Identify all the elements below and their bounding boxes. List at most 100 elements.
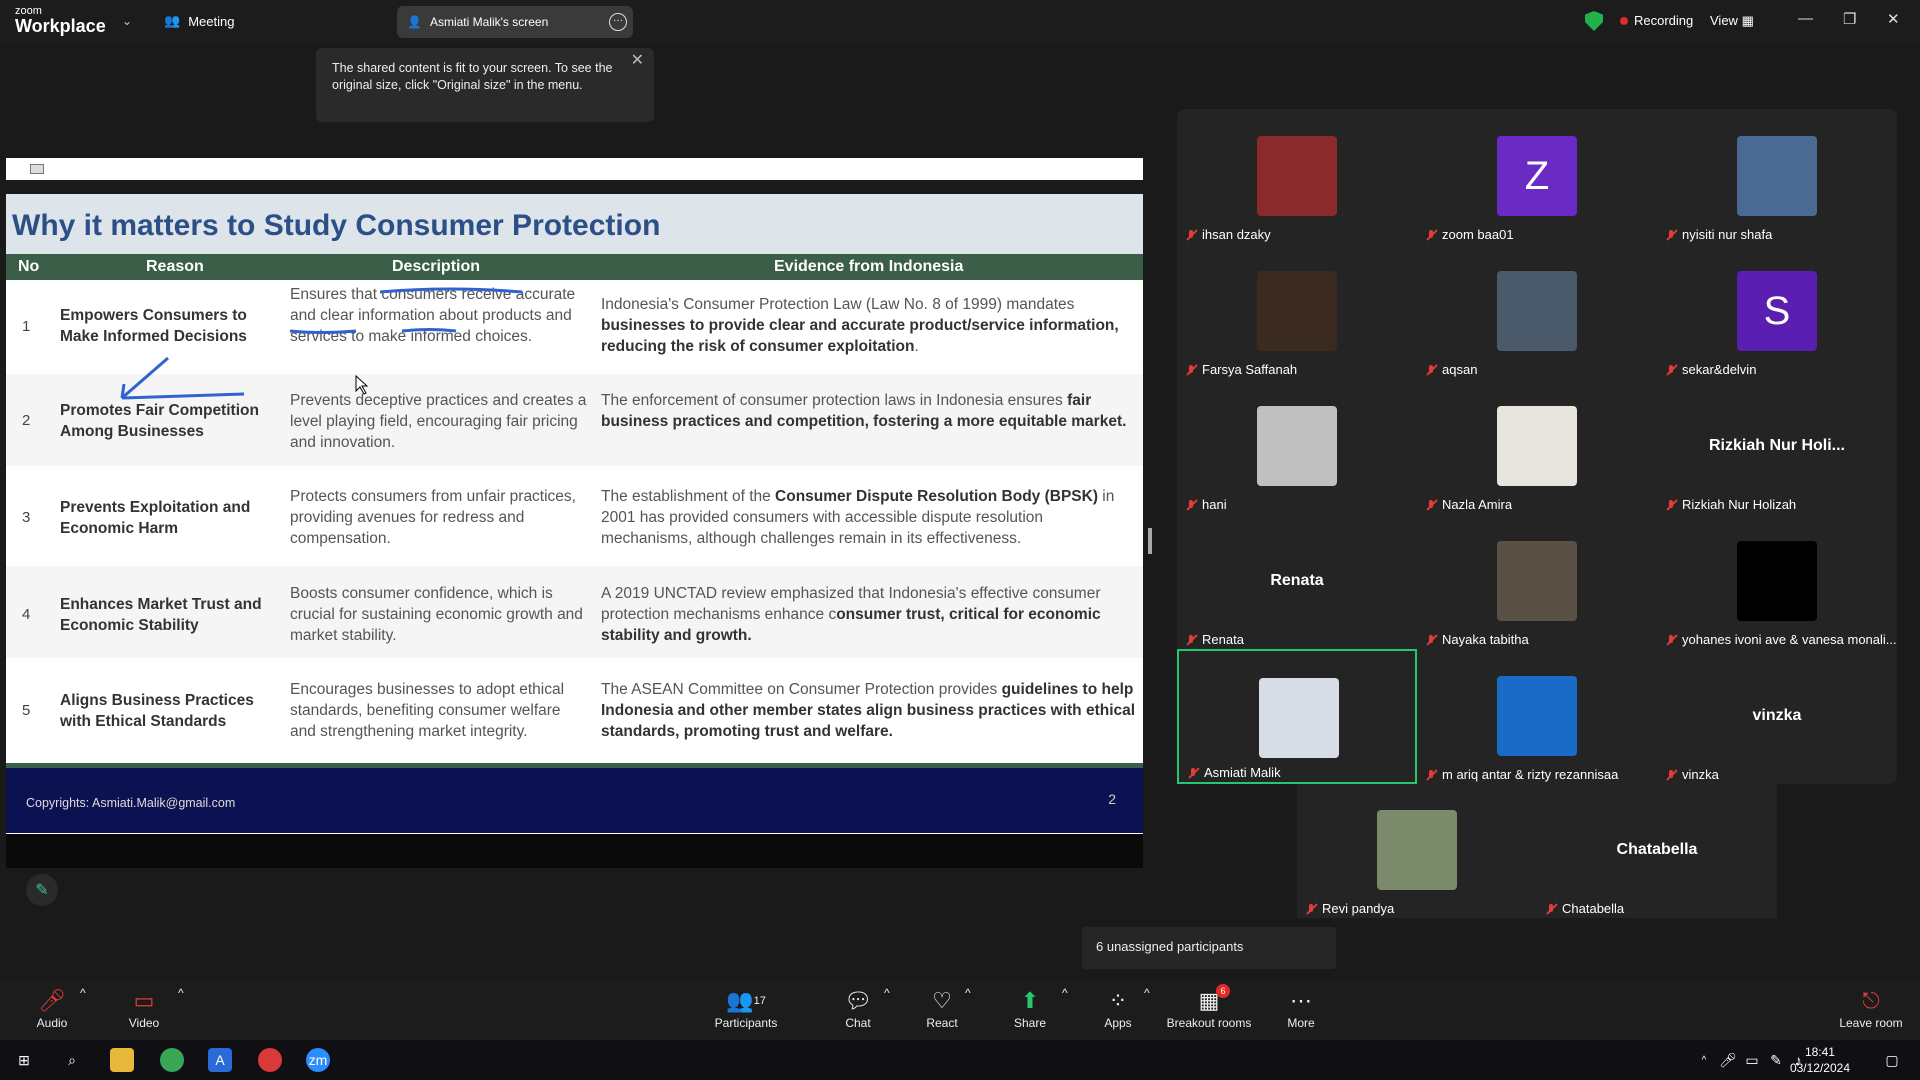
- leave-room-button[interactable]: ⎋ Leave room: [1838, 986, 1904, 1030]
- share-button[interactable]: ⬆ Share: [1012, 986, 1048, 1030]
- row-description: Encourages businesses to adopt ethical s…: [290, 681, 565, 740]
- participant-name-label: aqsan: [1425, 362, 1477, 377]
- react-options-caret-icon[interactable]: ^: [965, 986, 971, 1000]
- table-row: 2 Promotes Fair Competition Among Busine…: [6, 374, 1143, 466]
- participant-tile[interactable]: Chatabella Chatabella: [1537, 783, 1777, 918]
- participant-tile[interactable]: Rizkiah Nur Holi... Rizkiah Nur Holizah: [1657, 379, 1897, 514]
- audio-options-caret-icon[interactable]: ^: [80, 986, 86, 1000]
- chrome-icon[interactable]: [160, 1048, 184, 1072]
- participant-display-name: Rizkiah Nur Holi...: [1708, 437, 1845, 454]
- muted-mic-icon: [1425, 364, 1437, 376]
- muted-mic-icon: [1305, 903, 1317, 915]
- video-options-caret-icon[interactable]: ^: [178, 986, 184, 1000]
- muted-mic-icon: [1665, 364, 1677, 376]
- participant-name: vinzka: [1682, 767, 1719, 782]
- muted-mic-icon: [1665, 769, 1677, 781]
- zoom-app-icon[interactable]: zm: [306, 1048, 330, 1072]
- slide-bottom-bar: [6, 834, 1143, 868]
- encryption-shield-icon[interactable]: [1585, 11, 1603, 31]
- participant-tile[interactable]: ihsan dzaky: [1177, 109, 1417, 244]
- chevron-down-icon[interactable]: ⌄: [122, 14, 132, 28]
- meeting-info-button[interactable]: 👥 Meeting: [164, 13, 234, 29]
- apps-button[interactable]: ⁘ Apps: [1102, 986, 1134, 1030]
- audio-button[interactable]: 🎤︎ Audio: [34, 986, 70, 1030]
- app-icon[interactable]: A: [208, 1048, 232, 1072]
- participant-avatar: [1737, 136, 1817, 216]
- more-options-icon[interactable]: ···: [609, 13, 627, 31]
- tray-chevron-icon[interactable]: ^: [1692, 1048, 1716, 1072]
- participants-button[interactable]: 👥17 Participants: [712, 986, 780, 1030]
- system-clock[interactable]: 18:41 03/12/2024: [1790, 1044, 1850, 1076]
- participant-tile[interactable]: Ssekar&delvin: [1657, 244, 1897, 379]
- participant-name-label: Renata: [1185, 632, 1244, 647]
- participant-name-label: nyisiti nur shafa: [1665, 227, 1772, 242]
- muted-mic-icon: [1185, 499, 1197, 511]
- table-row: 4 Enhances Market Trust and Economic Sta…: [6, 566, 1143, 658]
- row-no: 1: [22, 318, 31, 335]
- unassigned-participants[interactable]: 6 unassigned participants: [1082, 927, 1336, 969]
- participant-avatar: [1497, 676, 1577, 756]
- annotate-pencil-icon[interactable]: ✎: [26, 874, 58, 906]
- network-icon[interactable]: ▭: [1740, 1048, 1764, 1072]
- participant-name: sekar&delvin: [1682, 362, 1757, 377]
- apps-options-caret-icon[interactable]: ^: [1144, 986, 1150, 1000]
- chat-options-caret-icon[interactable]: ^: [884, 986, 890, 1000]
- participant-name: Nazla Amira: [1442, 497, 1513, 512]
- muted-mic-icon: [1185, 364, 1197, 376]
- resize-handle[interactable]: [1148, 528, 1152, 554]
- participant-tile[interactable]: aqsan: [1417, 244, 1657, 379]
- participant-name-label: Nayaka tabitha: [1425, 632, 1529, 647]
- screen-label: Asmiati Malik's screen: [429, 15, 549, 29]
- title-bar: zoom Workplace ⌄ 👥 Meeting 👤 Asmiati Mal…: [0, 0, 1920, 44]
- breakout-rooms-button[interactable]: ▦ 6 Breakout rooms: [1166, 984, 1252, 1030]
- participant-display-name: vinzka: [1752, 707, 1802, 724]
- pen-icon[interactable]: ✎: [1764, 1048, 1788, 1072]
- zoom-logo: zoom Workplace: [15, 6, 106, 36]
- muted-mic-icon: [1665, 229, 1677, 241]
- close-tooltip-icon[interactable]: ✕: [631, 52, 644, 69]
- notifications-icon[interactable]: ▢: [1880, 1048, 1904, 1072]
- file-explorer-icon[interactable]: [110, 1048, 134, 1072]
- close-icon[interactable]: ✕: [1887, 10, 1900, 28]
- row-no: 2: [22, 412, 31, 429]
- participant-tile[interactable]: Zzoom baa01: [1417, 109, 1657, 244]
- recording-indicator[interactable]: Recording: [1620, 13, 1693, 28]
- participant-tile[interactable]: Nazla Amira: [1417, 379, 1657, 514]
- shared-screen-pill[interactable]: 👤 Asmiati Malik's screen ···: [397, 6, 633, 38]
- row-reason: Promotes Fair Competition Among Business…: [60, 402, 259, 440]
- apps-label: Apps: [1104, 1016, 1132, 1030]
- row-reason: Empowers Consumers to Make Informed Deci…: [60, 307, 247, 345]
- participant-tile[interactable]: yohanes ivoni ave & vanesa monali...: [1657, 514, 1897, 649]
- breakout-badge: 6: [1216, 984, 1230, 998]
- people-icon: 👥: [164, 13, 181, 28]
- participant-tile[interactable]: Revi pandya: [1297, 783, 1537, 918]
- chrome-active-icon[interactable]: [258, 1048, 282, 1072]
- participant-tile[interactable]: Renata Renata: [1177, 514, 1417, 649]
- windows-start-icon[interactable]: ⊞: [12, 1048, 36, 1072]
- participant-tile[interactable]: nyisiti nur shafa: [1657, 109, 1897, 244]
- restore-icon[interactable]: ❐: [1843, 10, 1856, 28]
- row-evidence: The ASEAN Committee on Consumer Protecti…: [601, 681, 1136, 740]
- participant-tile[interactable]: m ariq antar & rizty rezannisaa: [1417, 649, 1657, 784]
- participants-label: Participants: [714, 1016, 778, 1030]
- video-button[interactable]: ▭ Video: [124, 986, 164, 1030]
- leave-label: Leave room: [1839, 1016, 1903, 1030]
- share-options-caret-icon[interactable]: ^: [1062, 986, 1068, 1000]
- participant-tile[interactable]: Nayaka tabitha: [1417, 514, 1657, 649]
- search-icon[interactable]: ⌕: [60, 1048, 84, 1072]
- participant-name: Revi pandya: [1322, 901, 1395, 916]
- minimize-icon[interactable]: —: [1798, 10, 1813, 27]
- react-button[interactable]: ♡ React: [922, 986, 962, 1030]
- participant-tile[interactable]: vinzka vinzka: [1657, 649, 1897, 784]
- tray-mic-icon[interactable]: 🎤︎: [1716, 1048, 1740, 1072]
- participant-name-label: hani: [1185, 497, 1227, 512]
- view-button[interactable]: View ▦: [1710, 13, 1754, 29]
- participant-avatar: [1497, 271, 1577, 351]
- participant-tile[interactable]: Asmiati Malik: [1177, 649, 1417, 784]
- participant-tile[interactable]: hani: [1177, 379, 1417, 514]
- more-button[interactable]: ⋯ More: [1286, 986, 1316, 1030]
- participant-tile[interactable]: Farsya Saffanah: [1177, 244, 1417, 379]
- participant-name-label: yohanes ivoni ave & vanesa monali...: [1665, 632, 1897, 647]
- muted-mic-icon: [1425, 229, 1437, 241]
- chat-button[interactable]: 💬︎ Chat: [840, 986, 876, 1030]
